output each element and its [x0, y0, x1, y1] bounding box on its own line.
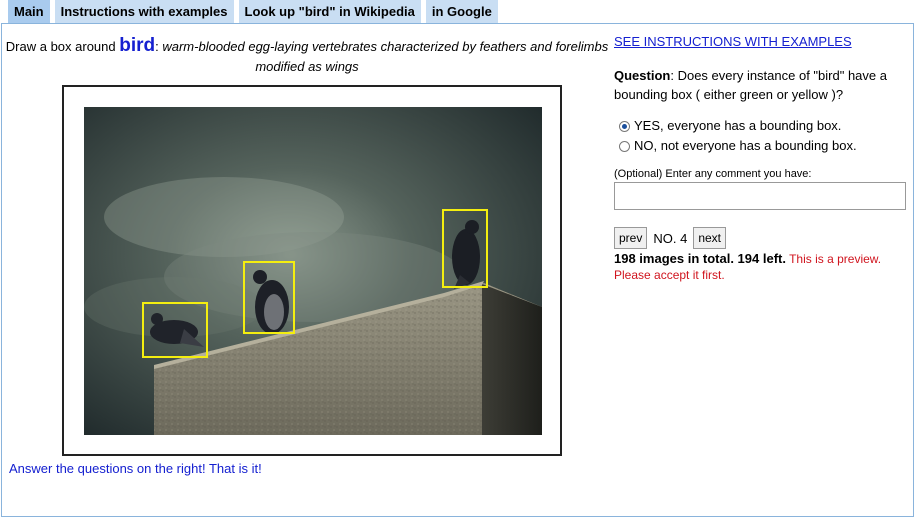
prev-button[interactable]: prev — [614, 227, 648, 249]
option-no-label: NO, not everyone has a bounding box. — [634, 138, 857, 153]
question: Question: Does every instance of "bird" … — [614, 68, 887, 102]
task-prefix: Draw a box around — [5, 39, 120, 54]
radio-selected-dot — [622, 123, 627, 129]
task-image — [84, 107, 542, 435]
comment-label: (Optional) Enter any comment you have: — [614, 168, 812, 180]
tab-instructions[interactable]: Instructions with examples — [54, 0, 234, 23]
no-radio[interactable] — [619, 140, 630, 152]
bounding-box-3[interactable] — [442, 209, 488, 288]
task-definition: warm-blooded egg-laying vertebrates char… — [162, 39, 609, 74]
images-remaining: 198 images in total. 194 left. — [614, 251, 786, 266]
tab-google[interactable]: in Google — [425, 0, 498, 23]
progress-stats: 198 images in total. 194 left. This is a… — [614, 251, 910, 283]
answer-options: YES, everyone has a bounding box. NO, no… — [614, 116, 910, 156]
option-yes-label: YES, everyone has a bounding box. — [634, 118, 842, 133]
tab-main[interactable]: Main — [8, 0, 50, 23]
yes-radio[interactable] — [619, 120, 630, 132]
image-frame — [62, 85, 562, 456]
bounding-box-2[interactable] — [243, 261, 295, 334]
accept-notice: Please accept it first. — [614, 268, 725, 282]
right-panel: SEE INSTRUCTIONS WITH EXAMPLES Question:… — [614, 34, 910, 283]
navigation: prev NO. 4 next — [614, 227, 910, 249]
option-yes[interactable]: YES, everyone has a bounding box. — [614, 116, 910, 136]
option-no[interactable]: NO, not everyone has a bounding box. — [614, 136, 910, 156]
question-label: Question — [614, 68, 671, 83]
instructions-link[interactable]: SEE INSTRUCTIONS WITH EXAMPLES — [614, 34, 910, 49]
tab-bar: Main Instructions with examples Look up … — [8, 0, 498, 23]
task-word: bird — [119, 35, 156, 56]
task-header: Draw a box around bird: warm-blooded egg… — [5, 35, 609, 75]
main-panel: Draw a box around bird: warm-blooded egg… — [1, 23, 914, 517]
comment-textarea[interactable] — [614, 182, 906, 210]
preview-notice: This is a preview. — [789, 252, 882, 266]
bounding-box-1[interactable] — [142, 302, 208, 358]
tab-wikipedia[interactable]: Look up "bird" in Wikipedia — [238, 0, 421, 23]
image-counter: NO. 4 — [653, 230, 688, 246]
answer-hint: Answer the questions on the right! That … — [9, 461, 262, 476]
next-button[interactable]: next — [693, 227, 726, 249]
